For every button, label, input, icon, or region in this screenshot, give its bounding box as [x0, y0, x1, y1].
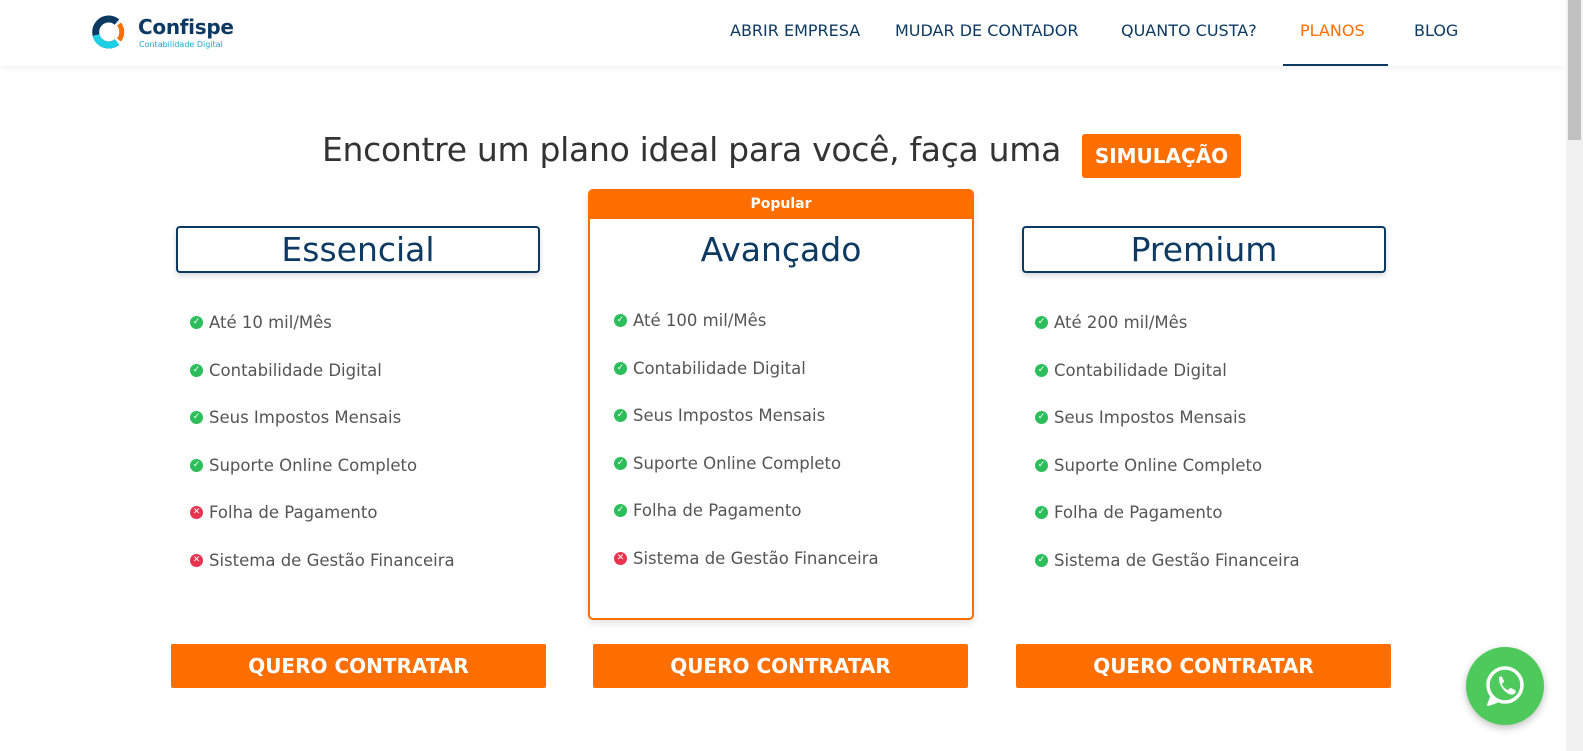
avancado-cta-button[interactable]: QUERO CONTRATAR — [593, 644, 968, 688]
premium-cta-button[interactable]: QUERO CONTRATAR — [1016, 644, 1391, 688]
feature-text: Até 10 mil/Mês — [209, 313, 332, 332]
feature-text: Seus Impostos Mensais — [1054, 408, 1247, 427]
x-circle-icon: ✕ — [190, 554, 203, 567]
feature-text: Contabilidade Digital — [633, 359, 806, 378]
feature-text: Suporte Online Completo — [209, 456, 418, 475]
check-circle-icon: ✓ — [614, 314, 627, 327]
check-circle-icon: ✓ — [614, 409, 627, 422]
site-header: Confispe Contabilidade Digital ABRIR EMP… — [0, 0, 1566, 66]
check-circle-icon: ✓ — [1035, 316, 1048, 329]
page-headline: Encontre um plano ideal para você, faça … — [322, 130, 1062, 169]
check-circle-icon: ✓ — [1035, 411, 1048, 424]
check-circle-icon: ✓ — [614, 362, 627, 375]
whatsapp-icon — [1486, 666, 1524, 706]
check-circle-icon: ✓ — [1035, 364, 1048, 377]
check-circle-icon: ✓ — [190, 364, 203, 377]
plan-essencial-title: Essencial — [281, 230, 435, 269]
check-circle-icon: ✓ — [1035, 459, 1048, 472]
essencial-cta-button[interactable]: QUERO CONTRATAR — [171, 644, 546, 688]
nav-planos[interactable]: PLANOS — [1300, 21, 1365, 40]
feature-text: Folha de Pagamento — [1054, 503, 1223, 522]
feature-text: Sistema de Gestão Financeira — [633, 549, 879, 568]
feature-text: Até 100 mil/Mês — [633, 311, 767, 330]
feature-text: Suporte Online Completo — [1054, 456, 1263, 475]
plan-avancado-title: Avançado — [700, 230, 862, 269]
logo-mark-icon — [92, 15, 125, 49]
plan-premium-title: Premium — [1130, 230, 1278, 269]
feature-text: Folha de Pagamento — [633, 501, 802, 520]
check-circle-icon: ✓ — [190, 411, 203, 424]
check-circle-icon: ✓ — [614, 457, 627, 470]
check-circle-icon: ✓ — [190, 459, 203, 472]
scrollbar-thumb[interactable] — [1568, 0, 1581, 140]
logo-name: Confispe — [138, 15, 234, 39]
feature-text: Contabilidade Digital — [1054, 361, 1227, 380]
nav-blog[interactable]: BLOG — [1414, 21, 1458, 40]
feature-text: Seus Impostos Mensais — [209, 408, 402, 427]
whatsapp-chat-button[interactable] — [1466, 647, 1544, 725]
x-circle-icon: ✕ — [190, 506, 203, 519]
check-circle-icon: ✓ — [1035, 506, 1048, 519]
nav-mudar-de-contador[interactable]: MUDAR DE CONTADOR — [895, 21, 1078, 40]
check-circle-icon: ✓ — [190, 316, 203, 329]
check-circle-icon: ✓ — [614, 504, 627, 517]
simulation-button[interactable]: SIMULAÇÃO — [1082, 134, 1241, 178]
x-circle-icon: ✕ — [614, 552, 627, 565]
feature-text: Sistema de Gestão Financeira — [209, 551, 455, 570]
popular-badge: Popular — [590, 191, 972, 219]
logo[interactable]: Confispe Contabilidade Digital — [88, 13, 248, 53]
feature-text: Sistema de Gestão Financeira — [1054, 551, 1300, 570]
nav-abrir-empresa[interactable]: ABRIR EMPRESA — [730, 21, 860, 40]
logo-tagline: Contabilidade Digital — [139, 40, 223, 49]
feature-text: Suporte Online Completo — [633, 454, 842, 473]
feature-text: Folha de Pagamento — [209, 503, 378, 522]
feature-text: Contabilidade Digital — [209, 361, 382, 380]
feature-text: Seus Impostos Mensais — [633, 406, 826, 425]
nav-quanto-custa[interactable]: QUANTO CUSTA? — [1121, 21, 1257, 40]
check-circle-icon: ✓ — [1035, 554, 1048, 567]
feature-text: Até 200 mil/Mês — [1054, 313, 1188, 332]
nav-active-indicator — [1283, 64, 1388, 66]
